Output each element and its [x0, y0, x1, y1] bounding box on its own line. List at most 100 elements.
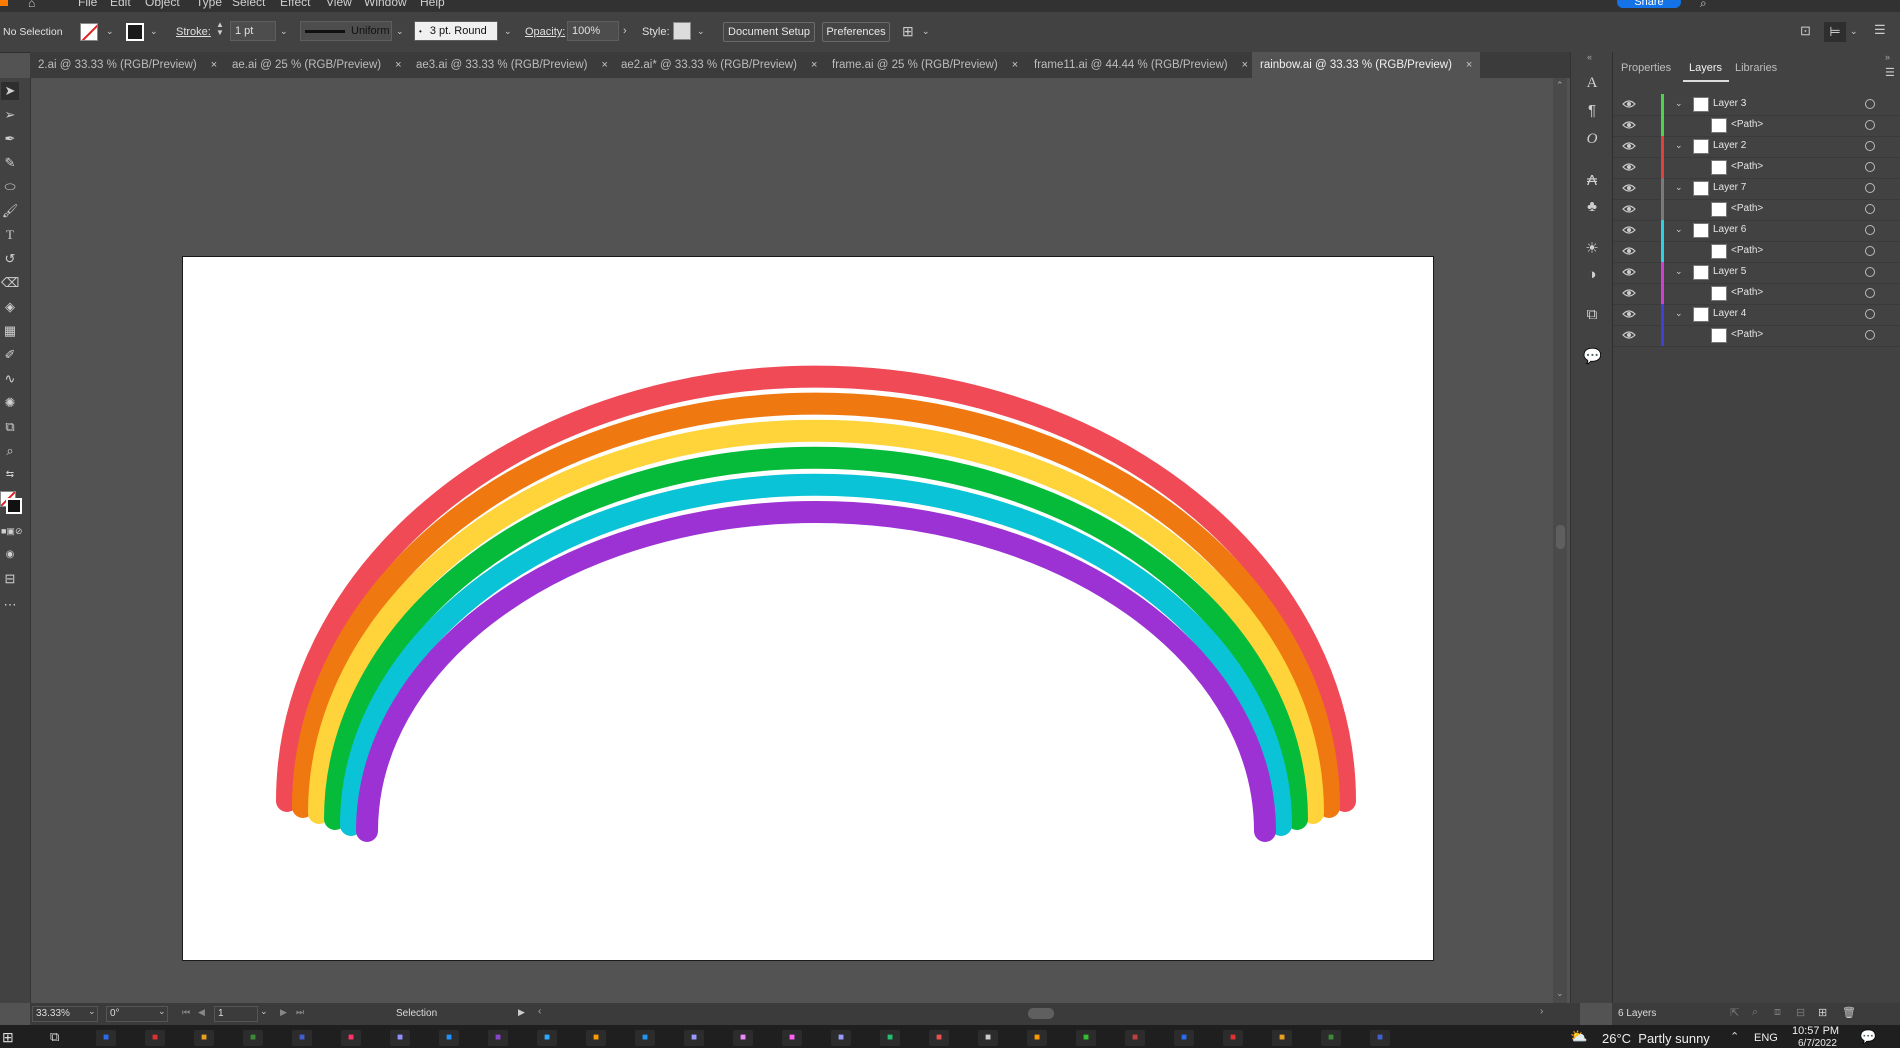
- taskbar-app-icon[interactable]: ■: [243, 1030, 263, 1046]
- share-button[interactable]: Share: [1617, 0, 1681, 8]
- fill-swatch[interactable]: [80, 23, 98, 41]
- more-tools-icon[interactable]: ⋯: [1, 596, 19, 614]
- target-circle-icon[interactable]: [1865, 99, 1875, 109]
- target-circle-icon[interactable]: [1865, 288, 1875, 298]
- target-circle-icon[interactable]: [1865, 183, 1875, 193]
- search-icon[interactable]: ⌕: [1700, 0, 1707, 11]
- target-circle-icon[interactable]: [1865, 162, 1875, 172]
- weather-icon[interactable]: ⛅: [1570, 1028, 1587, 1045]
- home-icon[interactable]: ⌂: [28, 0, 42, 10]
- menu-effect[interactable]: Effect: [280, 0, 310, 9]
- clock-time[interactable]: 10:57 PM: [1792, 1025, 1839, 1037]
- arrange-dropdown-icon[interactable]: ⌄: [922, 26, 930, 37]
- notifications-icon[interactable]: 💬: [1860, 1029, 1876, 1045]
- expand-chevron-icon[interactable]: ⌄: [1675, 140, 1683, 151]
- scroll-down-icon[interactable]: ⌄: [1556, 988, 1564, 999]
- task-view-icon[interactable]: ⧉: [50, 1029, 59, 1045]
- app-logo[interactable]: [0, 0, 8, 6]
- scroll-up-icon[interactable]: ⌃: [1556, 80, 1564, 91]
- stroke-stepper-icon[interactable]: ▲ ▼: [216, 21, 224, 37]
- visibility-eye-icon[interactable]: [1622, 244, 1636, 258]
- stroke-profile-select[interactable]: Uniform: [300, 21, 392, 41]
- visibility-eye-icon[interactable]: [1622, 223, 1636, 237]
- swap-colors-icon[interactable]: ⇆: [1, 466, 19, 484]
- scroll-right-icon[interactable]: ›: [1540, 1006, 1543, 1017]
- taskbar-app-icon[interactable]: ■: [880, 1030, 900, 1046]
- target-circle-icon[interactable]: [1865, 204, 1875, 214]
- brush-select[interactable]: • 3 pt. Round: [414, 21, 498, 41]
- taskbar-app-icon[interactable]: ■: [537, 1030, 557, 1046]
- taskbar-app-icon[interactable]: ■: [341, 1030, 361, 1046]
- expand-chevron-icon[interactable]: ⌄: [1675, 266, 1683, 277]
- taskbar-app-icon[interactable]: ■: [1174, 1030, 1194, 1046]
- path-name[interactable]: <Path>: [1731, 329, 1763, 340]
- rainbow-artwork[interactable]: [183, 257, 1433, 960]
- shape-builder-tool-icon[interactable]: ◈: [1, 298, 19, 316]
- scroll-left-icon[interactable]: ‹: [538, 1006, 541, 1017]
- visibility-eye-icon[interactable]: [1622, 286, 1636, 300]
- visibility-eye-icon[interactable]: [1622, 265, 1636, 279]
- menu-help[interactable]: Help: [420, 0, 445, 9]
- next-artboard-icon[interactable]: ▶: [280, 1007, 287, 1018]
- tab-frame11-ai[interactable]: frame11.ai @ 44.44 % (RGB/Preview) ×: [1034, 52, 1248, 78]
- stroke-swatch[interactable]: [126, 23, 144, 41]
- taskbar-app-icon[interactable]: ■: [145, 1030, 165, 1046]
- layer-row[interactable]: ⌄ Layer 2: [1613, 136, 1900, 158]
- vertical-scroll-thumb[interactable]: [1556, 525, 1565, 549]
- taskbar-app-icon[interactable]: ■: [782, 1030, 802, 1046]
- path-name[interactable]: <Path>: [1731, 161, 1763, 172]
- sublayer-row[interactable]: <Path>: [1613, 283, 1900, 305]
- layer-name[interactable]: Layer 7: [1713, 182, 1746, 193]
- color-modes-icon[interactable]: ■▣⊘: [1, 522, 22, 540]
- paragraph-panel-icon[interactable]: ¶: [1583, 102, 1601, 120]
- taskbar-app-icon[interactable]: ■: [439, 1030, 459, 1046]
- clipping-mask-icon[interactable]: ⧈: [1774, 1006, 1781, 1019]
- gradient-tool-icon[interactable]: ▦: [1, 322, 19, 340]
- preferences-button[interactable]: Preferences: [822, 22, 890, 42]
- expand-chevron-icon[interactable]: ⌄: [1675, 224, 1683, 235]
- stroke-weight-field[interactable]: 1 pt: [230, 21, 276, 41]
- transparency-panel-icon[interactable]: ◑: [1583, 266, 1601, 284]
- target-circle-icon[interactable]: [1865, 309, 1875, 319]
- menu-view[interactable]: View: [326, 0, 352, 9]
- path-name[interactable]: <Path>: [1731, 119, 1763, 130]
- zoom-dropdown-icon[interactable]: ⌄: [88, 1006, 96, 1017]
- close-icon[interactable]: ×: [601, 59, 607, 71]
- taskbar-app-icon[interactable]: ■: [733, 1030, 753, 1046]
- expand-chevron-icon[interactable]: ⌄: [1675, 182, 1683, 193]
- close-icon[interactable]: ×: [811, 59, 817, 71]
- status-menu-arrow-icon[interactable]: ▶: [518, 1007, 525, 1018]
- language-indicator[interactable]: ENG: [1754, 1032, 1778, 1044]
- menu-type[interactable]: Type: [196, 0, 222, 9]
- tab-ae2-ai[interactable]: ae2.ai* @ 33.33 % (RGB/Preview) ×: [621, 52, 817, 78]
- prev-artboard-icon[interactable]: ◀: [198, 1007, 205, 1018]
- curvature-tool-icon[interactable]: ✎: [1, 154, 19, 172]
- taskbar-app-icon[interactable]: ■: [1223, 1030, 1243, 1046]
- first-artboard-icon[interactable]: ⏮: [182, 1007, 190, 1018]
- tab-rainbow-ai[interactable]: rainbow.ai @ 33.33 % (RGB/Preview) ×: [1252, 52, 1481, 78]
- visibility-eye-icon[interactable]: [1622, 307, 1636, 321]
- draw-mode-icon[interactable]: ◉: [1, 546, 19, 564]
- artboard-number-field[interactable]: 1: [214, 1006, 258, 1022]
- glyphs-panel-icon[interactable]: ₳: [1583, 172, 1601, 190]
- path-name[interactable]: <Path>: [1731, 287, 1763, 298]
- stroke-color-icon[interactable]: [6, 498, 22, 514]
- new-layer-icon[interactable]: ⊞: [1818, 1006, 1827, 1019]
- taskbar-app-icon[interactable]: ■: [1125, 1030, 1145, 1046]
- sublayer-row[interactable]: <Path>: [1613, 325, 1900, 347]
- close-icon[interactable]: ×: [211, 59, 217, 71]
- target-circle-icon[interactable]: [1865, 246, 1875, 256]
- taskbar-app-icon[interactable]: ■: [586, 1030, 606, 1046]
- tab-properties[interactable]: Properties: [1621, 62, 1671, 74]
- menu-edit[interactable]: Edit: [110, 0, 131, 9]
- taskbar-app-icon[interactable]: ■: [96, 1030, 116, 1046]
- menu-window[interactable]: Window: [364, 0, 407, 9]
- clock-date[interactable]: 6/7/2022: [1798, 1038, 1837, 1048]
- close-icon[interactable]: ×: [395, 59, 401, 71]
- taskbar-app-icon[interactable]: ■: [635, 1030, 655, 1046]
- path-name[interactable]: <Path>: [1731, 245, 1763, 256]
- start-icon[interactable]: ⊞: [2, 1029, 14, 1046]
- tab-2-ai[interactable]: 2.ai @ 33.33 % (RGB/Preview) ×: [38, 52, 217, 78]
- opacity-arrow-icon[interactable]: ›: [623, 25, 627, 37]
- tab-libraries[interactable]: Libraries: [1735, 62, 1777, 74]
